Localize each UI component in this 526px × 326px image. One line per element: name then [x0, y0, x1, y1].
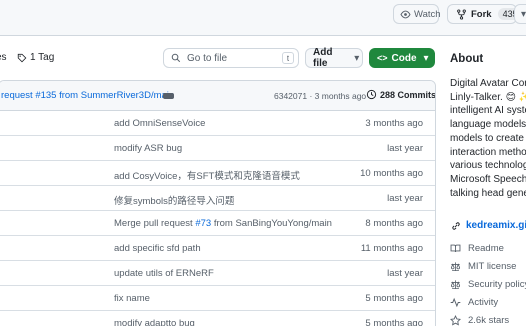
- stars-link[interactable]: 2.6k stars: [450, 315, 509, 326]
- ellipsis-icon[interactable]: [163, 93, 174, 99]
- tags-label: 1 Tag: [30, 52, 55, 63]
- latest-commit-message[interactable]: request #135 from SummerRiver3D/main: [1, 90, 174, 101]
- readme-link[interactable]: Readme: [450, 243, 504, 254]
- activity-label: Activity: [468, 297, 499, 308]
- description-line: Linly-Talker. 😊 ✨: [450, 91, 526, 103]
- table-row[interactable]: update utils of ERNeRF last year: [0, 261, 435, 286]
- stars-label: 2.6k stars: [468, 315, 510, 326]
- pull-request-link[interactable]: #73: [195, 218, 211, 229]
- table-row[interactable]: fix name 5 months ago: [0, 286, 435, 311]
- latest-commit-bar: request #135 from SummerRiver3D/main 634…: [0, 81, 436, 111]
- homepage-link[interactable]: kedreamix.githu: [450, 220, 526, 231]
- chevron-down-icon: ▾: [354, 52, 360, 64]
- commit-message[interactable]: 修复symbols的路径导入问题: [114, 193, 234, 207]
- add-file-button[interactable]: Add file ▾: [305, 47, 363, 69]
- table-row[interactable]: Merge pull request #73 from SanBingYouYo…: [0, 211, 435, 236]
- latest-commit-hash[interactable]: 6342071 · 3 months ago: [274, 91, 366, 101]
- commit-date: last year: [387, 193, 423, 204]
- add-file-label: Add file: [313, 47, 333, 69]
- repo-header: Watch Fork 435 ▾: [0, 0, 526, 36]
- commit-message-prefix: Merge pull request: [114, 218, 196, 229]
- link-icon: [450, 220, 461, 231]
- activity-link[interactable]: Activity: [450, 297, 498, 308]
- commit-date: 3 months ago: [365, 118, 423, 129]
- table-row[interactable]: add CosyVoice，有SFT模式和克隆语音模式 10 months ag…: [0, 161, 435, 186]
- description-line: Microsoft Speech: [450, 173, 526, 185]
- file-table: request #135 from SummerRiver3D/main 634…: [0, 80, 436, 326]
- commit-message[interactable]: fix name: [114, 293, 150, 304]
- fork-icon: [456, 8, 467, 20]
- eye-icon: [400, 9, 411, 20]
- commit-message-suffix: from SanBingYouYong/main: [211, 218, 332, 229]
- fork-dropdown-button[interactable]: ▾: [514, 4, 526, 24]
- watch-button[interactable]: Watch: [393, 4, 441, 24]
- commit-date: 8 months ago: [365, 218, 423, 229]
- commit-message[interactable]: add OmniSenseVoice: [114, 118, 205, 129]
- readme-label: Readme: [468, 243, 504, 254]
- commit-date: 5 months ago: [365, 293, 423, 304]
- chevron-down-icon: ▾: [520, 8, 526, 20]
- go-to-file-input[interactable]: Go to file t: [163, 48, 299, 68]
- commit-message[interactable]: Merge pull request #73 from SanBingYouYo…: [114, 218, 332, 229]
- commit-message[interactable]: update utils of ERNeRF: [114, 268, 214, 279]
- description-line: interaction metho: [450, 146, 526, 158]
- description-line: Digital Avatar Cor: [450, 78, 526, 89]
- fork-label: Fork: [471, 8, 492, 20]
- table-row[interactable]: add OmniSenseVoice 3 months ago: [0, 111, 435, 136]
- commits-label: 288 Commits: [380, 89, 436, 100]
- branches-link[interactable]: es: [0, 52, 7, 63]
- about-description: Digital Avatar Cor Linly-Talker. 😊 ✨ int…: [450, 77, 526, 200]
- watch-label: Watch: [414, 8, 441, 20]
- commit-message[interactable]: add specific sfd path: [114, 243, 201, 254]
- license-label: MIT license: [468, 261, 517, 272]
- scale-icon: [450, 261, 461, 272]
- description-line: intelligent AI syste: [450, 105, 526, 117]
- table-row[interactable]: 修复symbols的路径导入问题 last year: [0, 186, 435, 211]
- commit-date: 10 months ago: [360, 168, 423, 179]
- security-policy-link[interactable]: Security policy: [450, 279, 526, 290]
- keyboard-shortcut-hint: t: [282, 52, 294, 64]
- code-button[interactable]: <> Code ▾: [369, 48, 435, 68]
- tag-icon: [16, 52, 27, 63]
- description-line: various technolog: [450, 160, 526, 172]
- homepage-url: kedreamix.githu: [466, 220, 526, 231]
- description-line: models to create a: [450, 132, 526, 144]
- search-icon: [170, 53, 181, 64]
- commit-date: last year: [387, 268, 423, 279]
- commits-link[interactable]: 288 Commits: [366, 89, 436, 100]
- commit-message[interactable]: add CosyVoice，有SFT模式和克隆语音模式: [114, 168, 300, 182]
- table-row[interactable]: modify ASR bug last year: [0, 136, 435, 161]
- commit-date: 11 months ago: [360, 243, 423, 254]
- description-line: language models: [450, 119, 526, 131]
- star-icon: [450, 315, 461, 326]
- description-line: talking head gene: [450, 187, 526, 199]
- license-link[interactable]: MIT license: [450, 261, 516, 272]
- table-row[interactable]: add specific sfd path 11 months ago: [0, 236, 435, 261]
- about-heading: About: [450, 53, 484, 65]
- book-icon: [450, 243, 461, 254]
- table-row[interactable]: modify adaptto bug 5 months ago: [0, 311, 435, 326]
- fork-button[interactable]: Fork 435: [447, 4, 523, 24]
- history-icon: [366, 89, 377, 100]
- commit-date: last year: [387, 143, 423, 154]
- code-label: Code: [391, 52, 417, 64]
- commit-message[interactable]: modify adaptto bug: [114, 318, 195, 326]
- code-icon: <>: [377, 53, 388, 63]
- commit-date: 5 months ago: [365, 318, 423, 326]
- pulse-icon: [450, 297, 461, 308]
- scale-icon: [450, 279, 461, 290]
- go-to-file-placeholder: Go to file: [187, 52, 228, 64]
- chevron-down-icon: ▾: [423, 52, 429, 64]
- tags-link[interactable]: 1 Tag: [16, 52, 54, 63]
- security-policy-label: Security policy: [468, 279, 526, 290]
- branches-label: es: [0, 52, 7, 63]
- commit-message[interactable]: modify ASR bug: [114, 143, 182, 154]
